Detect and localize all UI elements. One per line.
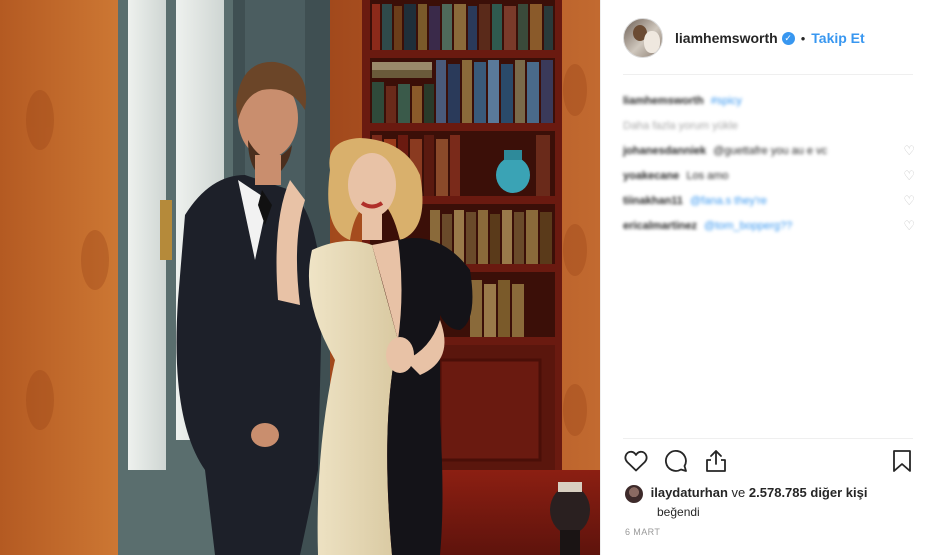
separator-dot: • [800, 30, 806, 46]
comment-username[interactable]: tiinakhan11 [623, 195, 683, 207]
heart-icon [624, 450, 648, 472]
action-bar [623, 446, 915, 476]
liker-avatar[interactable] [625, 484, 643, 503]
share-button[interactable] [703, 448, 729, 474]
likes-suffix[interactable]: diğer kişi [810, 485, 867, 500]
post-header: liamhemsworth ✓ • Takip Et [623, 16, 913, 60]
likes-summary: ilaydaturhan ve 2.578.785 diğer kişi beğ… [625, 484, 915, 521]
liker-username[interactable]: ilaydaturhan [651, 485, 728, 500]
comment-like-heart-icon[interactable]: ♡ [903, 169, 915, 182]
comment-username[interactable]: liamhemsworth [623, 95, 704, 107]
comment-item: tiinakhan11 @fana.s they're ♡ [623, 188, 915, 213]
follow-button[interactable]: Takip Et [811, 30, 864, 46]
comment-username[interactable]: ericalmartinez [623, 220, 697, 232]
save-button[interactable] [889, 448, 915, 474]
post-photo[interactable] [0, 0, 600, 555]
likes-connector: ve [731, 485, 746, 500]
comment-item: ericalmartinez @tom_bopperg?? ♡ [623, 213, 915, 238]
liked-label: beğendi [657, 504, 700, 519]
comment-item: yoakecane Los amo ♡ [623, 163, 915, 188]
header-divider [623, 74, 913, 75]
comments-list: liamhemsworth #spicy Daha fazla yorum yü… [623, 88, 915, 238]
comment-text[interactable]: #spicy [711, 95, 742, 107]
likes-count[interactable]: 2.578.785 [749, 485, 807, 500]
comment-text: @tom_bopperg?? [704, 219, 793, 232]
comment-username[interactable]: johanesdanniek [623, 145, 706, 157]
comment-item: johanesdanniek @guettafre you au e vc ♡ [623, 138, 915, 163]
post-date[interactable]: 6 MART [625, 527, 660, 537]
comment-like-heart-icon[interactable]: ♡ [903, 144, 915, 157]
post-details-panel: liamhemsworth ✓ • Takip Et liamhemsworth… [600, 0, 935, 555]
comment-like-heart-icon[interactable]: ♡ [903, 194, 915, 207]
share-upload-icon [706, 450, 726, 472]
comment-text: Los amo [686, 169, 729, 182]
photo-illustration [0, 0, 600, 555]
username-link[interactable]: liamhemsworth [675, 30, 778, 46]
comment-button[interactable] [663, 448, 689, 474]
actions-divider [623, 438, 913, 439]
verified-badge-icon: ✓ [781, 31, 795, 45]
comment-bubble-icon [665, 450, 687, 472]
load-more-label[interactable]: Daha fazla yorum yükle [623, 120, 738, 132]
like-button[interactable] [623, 448, 649, 474]
load-more-comments[interactable]: Daha fazla yorum yükle [623, 113, 915, 138]
bookmark-icon [893, 450, 911, 472]
comment-username[interactable]: yoakecane [623, 170, 679, 182]
comment-text: @guettafre you au e vc [713, 144, 828, 157]
comment-like-heart-icon[interactable]: ♡ [903, 219, 915, 232]
caption: liamhemsworth #spicy [623, 88, 915, 113]
comment-text: @fana.s they're [689, 194, 767, 207]
user-avatar[interactable] [623, 18, 663, 58]
